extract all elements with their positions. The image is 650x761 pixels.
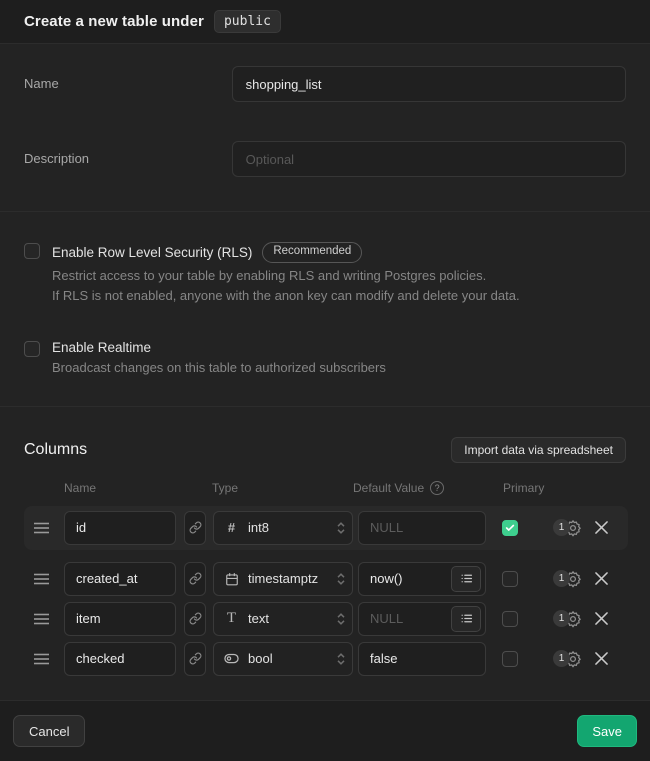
column-type-select[interactable]: T text	[213, 602, 353, 636]
drag-handle-icon[interactable]	[24, 573, 64, 585]
column-row-id: # int8 1	[24, 506, 628, 550]
column-type-select[interactable]: timestamptz	[213, 562, 353, 596]
table-options-section: Enable Row Level Security (RLS) Recommen…	[0, 212, 650, 407]
schema-badge: public	[214, 10, 281, 33]
rls-description: Restrict access to your table by enablin…	[52, 266, 520, 306]
realtime-label: Enable Realtime	[52, 340, 151, 355]
columns-section: Columns Import data via spreadsheet Name…	[0, 407, 650, 700]
column-settings-button[interactable]: 1	[553, 650, 582, 668]
text-type-icon: T	[224, 610, 239, 627]
rls-checkbox[interactable]	[24, 243, 40, 259]
description-label: Description	[24, 141, 232, 166]
column-type-select[interactable]: bool	[213, 642, 353, 676]
foreign-key-link-icon[interactable]	[184, 602, 206, 636]
column-settings-button[interactable]: 1	[553, 570, 582, 588]
remove-column-icon[interactable]	[595, 521, 608, 534]
name-field-row: Name	[24, 66, 626, 102]
column-settings-button[interactable]: 1	[553, 610, 582, 628]
save-button[interactable]: Save	[577, 715, 637, 747]
column-default-input	[358, 642, 486, 676]
column-settings-button[interactable]: 1	[553, 519, 582, 537]
column-row-checked: bool 1	[24, 642, 628, 676]
column-row-created-at: timestamptz 1	[24, 562, 628, 596]
table-info-section: Name Description	[0, 44, 650, 212]
primary-key-checkbox[interactable]	[502, 651, 518, 667]
primary-key-checkbox[interactable]	[502, 571, 518, 587]
chevron-updown-icon	[336, 612, 346, 626]
column-default-input	[358, 602, 486, 636]
foreign-key-link-icon[interactable]	[184, 642, 206, 676]
cancel-button[interactable]: Cancel	[13, 715, 85, 747]
primary-key-checkbox[interactable]	[502, 611, 518, 627]
column-name-input[interactable]	[64, 602, 176, 636]
default-suggestions-icon[interactable]	[451, 566, 481, 592]
drag-handle-icon[interactable]	[24, 653, 64, 665]
default-value-field[interactable]	[370, 611, 451, 626]
header-type: Type	[212, 481, 353, 495]
columns-table-header: Name Type Default Value ? Primary	[24, 481, 626, 495]
default-suggestions-icon[interactable]	[451, 606, 481, 632]
panel-footer: Cancel Save	[0, 700, 650, 761]
recommended-badge: Recommended	[262, 242, 362, 263]
name-label: Name	[24, 66, 232, 91]
column-name-input[interactable]	[64, 562, 176, 596]
help-icon[interactable]: ?	[430, 481, 444, 495]
column-default-input	[358, 562, 486, 596]
default-value-field[interactable]	[370, 651, 481, 666]
description-field-row: Description	[24, 141, 626, 177]
columns-heading: Columns	[24, 441, 87, 459]
column-default-input	[358, 511, 486, 545]
remove-column-icon[interactable]	[595, 612, 608, 625]
hash-icon: #	[224, 520, 239, 535]
panel-title: Create a new table under	[24, 13, 204, 30]
table-description-input[interactable]	[232, 141, 626, 177]
panel-header: Create a new table under public	[0, 0, 650, 44]
header-primary: Primary	[503, 481, 544, 495]
calendar-icon	[224, 572, 239, 586]
toggle-icon	[224, 653, 239, 664]
rls-block: Enable Row Level Security (RLS) Recommen…	[24, 242, 626, 306]
realtime-description: Broadcast changes on this table to autho…	[52, 358, 386, 378]
column-row-item: T text 1	[24, 602, 628, 636]
default-value-field[interactable]	[370, 571, 451, 586]
drag-handle-icon[interactable]	[24, 522, 64, 534]
header-name: Name	[64, 481, 212, 495]
default-value-field[interactable]	[370, 520, 481, 535]
remove-column-icon[interactable]	[595, 652, 608, 665]
column-name-input[interactable]	[64, 642, 176, 676]
realtime-checkbox[interactable]	[24, 341, 40, 357]
remove-column-icon[interactable]	[595, 572, 608, 585]
chevron-updown-icon	[336, 572, 346, 586]
create-table-panel: Create a new table under public Name Des…	[0, 0, 650, 761]
import-spreadsheet-button[interactable]: Import data via spreadsheet	[451, 437, 626, 463]
realtime-block: Enable Realtime Broadcast changes on thi…	[24, 340, 626, 378]
foreign-key-link-icon[interactable]	[184, 562, 206, 596]
table-name-input[interactable]	[232, 66, 626, 102]
drag-handle-icon[interactable]	[24, 613, 64, 625]
rls-label: Enable Row Level Security (RLS)	[52, 245, 252, 260]
foreign-key-link-icon[interactable]	[184, 511, 206, 545]
chevron-updown-icon	[336, 652, 346, 666]
chevron-updown-icon	[336, 521, 346, 535]
column-name-input[interactable]	[64, 511, 176, 545]
primary-key-checkbox[interactable]	[502, 520, 518, 536]
column-type-select[interactable]: # int8	[213, 511, 353, 545]
check-icon	[505, 523, 515, 533]
header-default-value: Default Value	[353, 481, 424, 495]
